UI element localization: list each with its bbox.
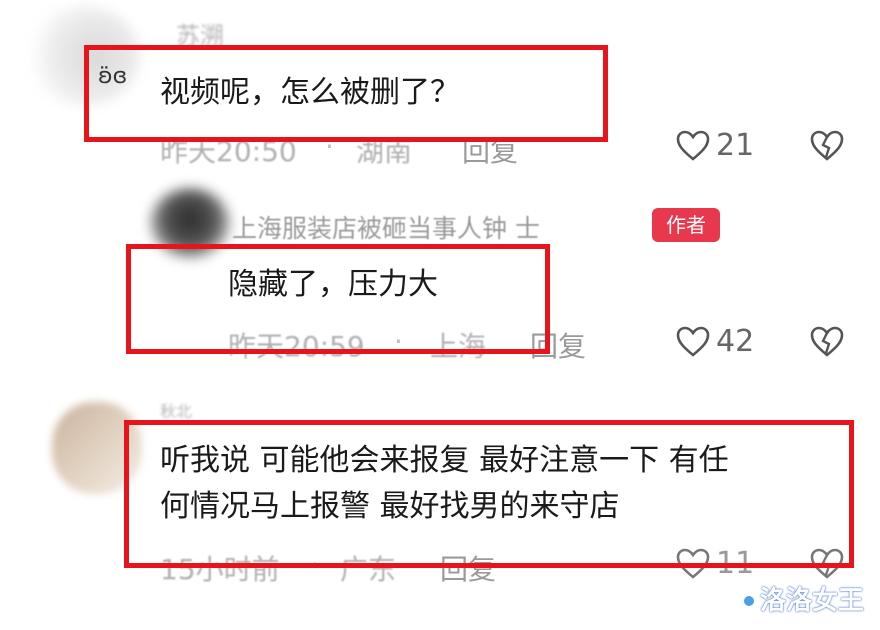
watermark-logo-icon bbox=[744, 596, 754, 606]
highlight-box bbox=[84, 45, 608, 142]
highlight-box bbox=[124, 420, 854, 568]
heart-outline-icon[interactable] bbox=[676, 130, 710, 162]
author-badge: 作者 bbox=[652, 208, 720, 242]
comment-username[interactable]: 秋北 bbox=[160, 398, 192, 422]
like-count: 21 bbox=[716, 128, 755, 163]
like-count: 42 bbox=[716, 324, 755, 359]
broken-heart-icon[interactable] bbox=[810, 130, 844, 162]
heart-outline-icon[interactable] bbox=[676, 326, 710, 358]
watermark: 洛洛女王 bbox=[760, 586, 865, 616]
highlight-box bbox=[126, 244, 550, 354]
broken-heart-icon[interactable] bbox=[810, 326, 844, 358]
comment-username[interactable]: 上海服装店被砸当事人钟 士 bbox=[232, 209, 540, 245]
